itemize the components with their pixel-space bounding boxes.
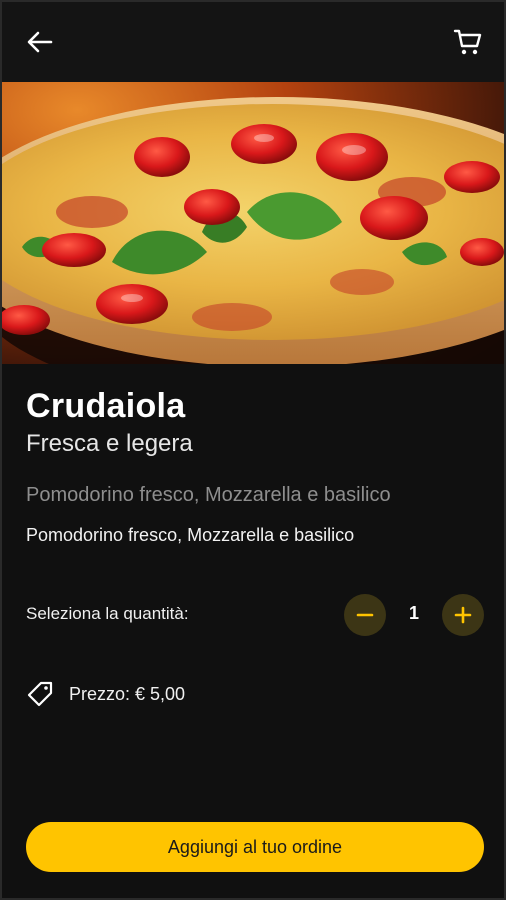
increase-quantity-button[interactable]	[442, 594, 484, 636]
shopping-cart-icon	[453, 29, 482, 55]
price-tag-icon	[27, 681, 53, 707]
back-button[interactable]	[20, 22, 60, 62]
cart-button[interactable]	[448, 22, 488, 62]
arrow-left-icon	[27, 31, 53, 53]
quantity-value: 1	[408, 603, 419, 623]
add-to-order-button[interactable]: Aggiungi al tuo ordine	[26, 822, 484, 872]
price-text: Prezzo: € 5,00	[69, 683, 186, 704]
product-ingredients: Pomodorino fresco, Mozzarella e basilico	[26, 525, 355, 545]
top-app-bar	[2, 2, 504, 82]
product-detail-screen: Crudaiola Fresca e legera Pomodorino fre…	[0, 0, 506, 900]
product-ingredients-muted: Pomodorino fresco, Mozzarella e basilico	[26, 484, 391, 506]
minus-icon	[356, 613, 374, 617]
decrease-quantity-button[interactable]	[344, 594, 386, 636]
product-image	[2, 82, 504, 364]
quantity-label: Seleziona la quantità:	[26, 604, 189, 623]
plus-icon	[454, 606, 472, 624]
price-row: Prezzo: € 5,00	[26, 680, 185, 708]
product-tagline: Fresca e legera	[26, 430, 193, 457]
product-name: Crudaiola	[26, 387, 186, 425]
